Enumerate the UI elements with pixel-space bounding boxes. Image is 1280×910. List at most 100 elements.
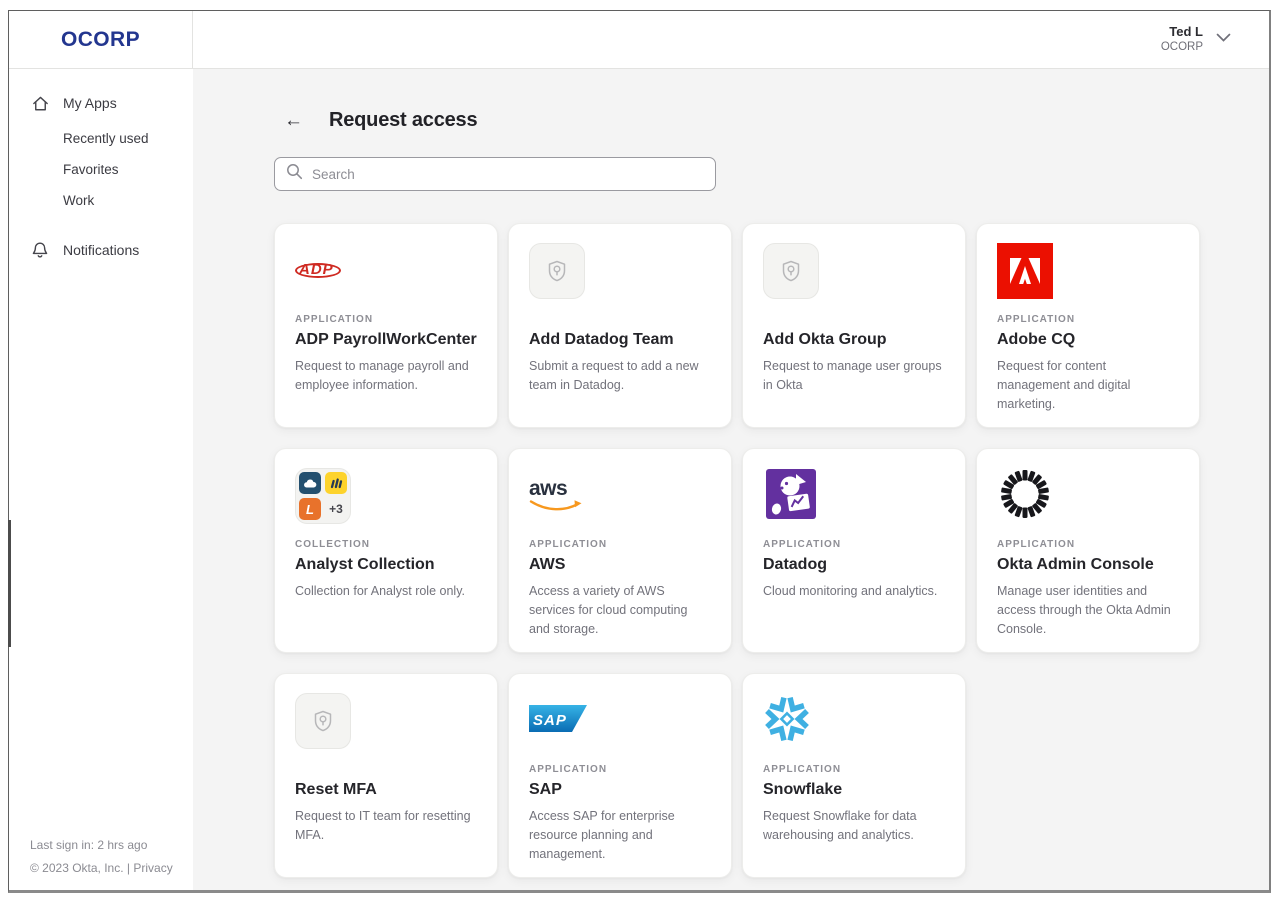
home-icon — [30, 93, 50, 113]
app-type-label — [763, 314, 945, 327]
user-org: OCORP — [1161, 40, 1203, 55]
search-box[interactable] — [274, 157, 716, 191]
app-description: Request for content management and digit… — [997, 357, 1179, 413]
app-type-label: APPLICATION — [295, 314, 477, 327]
page-title: Request access — [329, 109, 477, 132]
app-title: Snowflake — [763, 781, 945, 799]
datadog-logo — [763, 466, 819, 527]
app-description: Request to manage payroll and employee i… — [295, 357, 477, 395]
app-card[interactable]: aws APPLICATION AWS Access a variety of … — [508, 448, 732, 653]
app-card[interactable]: Reset MFA Request to IT team for resetti… — [274, 673, 498, 878]
app-title: SAP — [529, 781, 711, 799]
app-title: AWS — [529, 556, 711, 574]
aws-logo: aws — [529, 480, 583, 512]
app-description: Access SAP for enterprise resource plann… — [529, 807, 711, 863]
sidebar-subitems: Recently used Favorites Work — [9, 121, 193, 218]
copyright-line: © 2023 Okta, Inc. | Privacy — [30, 862, 173, 874]
sidebar-item-favorites[interactable]: Favorites — [9, 154, 193, 185]
app-type-label: APPLICATION — [997, 314, 1179, 327]
generic-app-icon — [763, 243, 819, 299]
svg-text:SAP: SAP — [533, 712, 567, 729]
app-type-label: APPLICATION — [529, 764, 711, 777]
okta-burst-logo — [997, 466, 1053, 527]
app-description: Manage user identities and access throug… — [997, 582, 1179, 638]
app-window: OCORP Ted L OCORP My Ap — [8, 10, 1271, 893]
app-description: Collection for Analyst role only. — [295, 582, 477, 601]
user-menu[interactable]: Ted L OCORP — [1161, 24, 1231, 56]
app-card[interactable]: SAP APPLICATION SAP Access SAP for enter… — [508, 673, 732, 878]
content-row: My Apps Recently used Favorites Work Not… — [9, 69, 1269, 890]
app-description: Cloud monitoring and analytics. — [763, 582, 945, 601]
sidebar-item-label: My Apps — [63, 95, 117, 111]
app-title: ADP PayrollWorkCenter — [295, 331, 477, 349]
app-card[interactable]: ADP APPLICATION ADP PayrollWorkCenter Re… — [274, 223, 498, 428]
copyright-text: © 2023 Okta, Inc. | — [30, 861, 130, 875]
app-logo: ADP — [295, 243, 477, 299]
top-bar: OCORP Ted L OCORP — [9, 11, 1269, 69]
scrollbar-thumb[interactable] — [8, 520, 11, 647]
snowflake-logo — [763, 695, 811, 748]
app-card[interactable]: Add Datadog Team Submit a request to add… — [508, 223, 732, 428]
back-button[interactable]: ← — [284, 111, 303, 130]
app-card[interactable]: APPLICATION Snowflake Request Snowflake … — [742, 673, 966, 878]
app-title: Add Datadog Team — [529, 331, 711, 349]
app-title: Okta Admin Console — [997, 556, 1179, 574]
collection-more-count: +3 — [325, 498, 347, 520]
app-title: Datadog — [763, 556, 945, 574]
app-description: Request to IT team for resetting MFA. — [295, 807, 477, 845]
main-panel: ← Request access ADP APPLICATION ADP Pay… — [193, 69, 1269, 890]
collection-tile-strokes-icon — [325, 472, 347, 494]
bell-icon — [30, 240, 50, 260]
search-input[interactable] — [312, 167, 704, 182]
app-card[interactable]: APPLICATION Okta Admin Console Manage us… — [976, 448, 1200, 653]
sap-logo: SAP — [529, 705, 587, 738]
user-info: Ted L OCORP — [1161, 24, 1203, 56]
app-logo — [763, 468, 945, 524]
app-card[interactable]: Add Okta Group Request to manage user gr… — [742, 223, 966, 428]
topbar-right: Ted L OCORP — [193, 11, 1269, 68]
app-description: Submit a request to add a new team in Da… — [529, 357, 711, 395]
app-card[interactable]: APPLICATION Datadog Cloud monitoring and… — [742, 448, 966, 653]
org-logo: OCORP — [61, 28, 140, 52]
sidebar-item-work[interactable]: Work — [9, 185, 193, 216]
app-type-label: APPLICATION — [529, 539, 711, 552]
collection-tile-cloud-icon — [299, 472, 321, 494]
app-type-label — [295, 764, 477, 777]
last-sign-in: Last sign in: 2 hrs ago — [30, 839, 173, 851]
sidebar-item-label: Notifications — [63, 242, 139, 258]
app-type-label: COLLECTION — [295, 539, 477, 552]
app-logo — [997, 468, 1179, 524]
app-title: Analyst Collection — [295, 556, 477, 574]
app-logo — [763, 243, 945, 299]
adobe-logo — [997, 243, 1053, 299]
app-logo: L +3 — [295, 468, 477, 524]
app-card[interactable]: APPLICATION Adobe CQ Request for content… — [976, 223, 1200, 428]
sidebar-item-notifications[interactable]: Notifications — [9, 232, 193, 268]
app-logo: aws — [529, 468, 711, 524]
app-title: Adobe CQ — [997, 331, 1179, 349]
app-type-label: APPLICATION — [763, 764, 945, 777]
app-card-grid: ADP APPLICATION ADP PayrollWorkCenter Re… — [274, 223, 1269, 878]
app-logo — [295, 693, 477, 749]
app-type-label: APPLICATION — [997, 539, 1179, 552]
app-logo — [997, 243, 1179, 299]
privacy-link[interactable]: Privacy — [133, 861, 172, 875]
sidebar-item-my-apps[interactable]: My Apps — [9, 85, 193, 121]
app-title: Reset MFA — [295, 781, 477, 799]
search-icon — [286, 163, 303, 185]
sidebar: My Apps Recently used Favorites Work Not… — [9, 69, 193, 890]
app-description: Request Snowflake for data warehousing a… — [763, 807, 945, 845]
collection-tile-l-icon: L — [299, 498, 321, 520]
app-card[interactable]: L +3 COLLECTION Analyst Collection Colle… — [274, 448, 498, 653]
org-logo-container: OCORP — [9, 11, 193, 68]
app-logo — [763, 693, 945, 749]
app-type-label — [529, 314, 711, 327]
sidebar-item-recently-used[interactable]: Recently used — [9, 123, 193, 154]
app-logo — [529, 243, 711, 299]
generic-app-icon — [529, 243, 585, 299]
app-description: Access a variety of AWS services for clo… — [529, 582, 711, 638]
app-type-label: APPLICATION — [763, 539, 945, 552]
chevron-down-icon — [1216, 30, 1231, 48]
page-header: ← Request access — [274, 109, 1269, 132]
app-logo: SAP — [529, 693, 711, 749]
